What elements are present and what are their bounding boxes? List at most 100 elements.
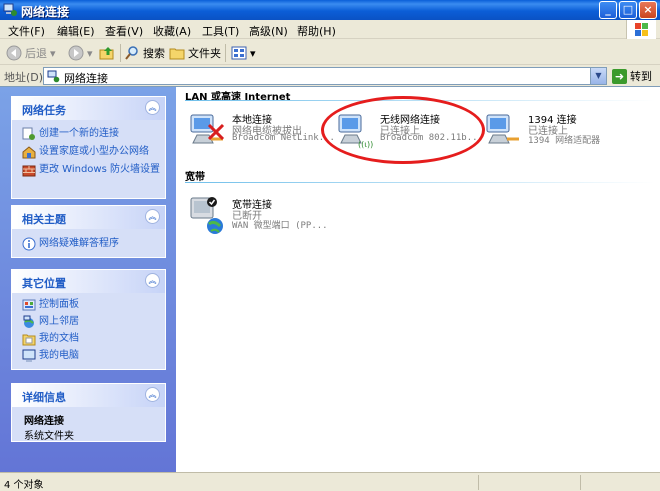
related-topics-panel: 相关主题 ︽ 网络疑难解答程序 xyxy=(11,205,166,258)
forward-button[interactable]: ▾ xyxy=(68,44,93,62)
status-bar: 4 个对象 xyxy=(0,472,660,491)
task-firewall-settings[interactable]: 更改 Windows 防火墙设置 xyxy=(12,163,165,179)
menu-favorites[interactable]: 收藏(A) xyxy=(153,23,191,39)
views-icon xyxy=(231,46,247,60)
place-control-panel[interactable]: 控制面板 xyxy=(12,298,165,314)
maximize-button[interactable]: □ xyxy=(619,1,637,19)
search-icon xyxy=(125,46,138,60)
details-type: 系统文件夹 xyxy=(24,431,74,442)
toolbar-separator xyxy=(225,44,226,62)
other-places-title: 其它位置 xyxy=(22,277,66,290)
my-documents-icon xyxy=(22,334,36,346)
title-bar[interactable]: 网络连接 _ □ × xyxy=(0,0,660,20)
up-folder-button[interactable] xyxy=(99,44,115,62)
views-button[interactable]: ▾ xyxy=(231,44,256,62)
menu-bar: 文件(F) 编辑(E) 查看(V) 收藏(A) 工具(T) 高级(N) 帮助(H… xyxy=(0,20,660,39)
minimize-button[interactable]: _ xyxy=(599,1,617,19)
details-header[interactable]: 详细信息 ︽ xyxy=(12,384,165,407)
views-dropdown-icon: ▾ xyxy=(250,46,256,60)
home-network-icon xyxy=(22,146,36,159)
forward-dropdown-icon[interactable]: ▾ xyxy=(87,47,93,60)
control-panel-icon xyxy=(22,299,36,311)
status-cell xyxy=(478,475,479,490)
network-connections-icon xyxy=(47,70,60,83)
menu-file[interactable]: 文件(F) xyxy=(8,23,45,39)
task-home-network[interactable]: 设置家庭或小型办公网络 xyxy=(12,145,165,161)
my-computer-icon xyxy=(22,349,36,362)
task-pane: 网络任务 ︽ 创建一个新的连接 设置家庭或小型办公网络 更改 Windows 防… xyxy=(0,86,176,472)
firewall-icon xyxy=(22,165,36,177)
broadband-connection-icon xyxy=(190,197,223,234)
menu-view[interactable]: 查看(V) xyxy=(105,23,143,39)
go-label: 转到 xyxy=(630,70,652,83)
related-topics-title: 相关主题 xyxy=(22,213,66,226)
status-object-count: 4 个对象 xyxy=(4,480,44,491)
task-label: 创建一个新的连接 xyxy=(39,128,119,139)
go-arrow-icon: ➜ xyxy=(612,68,627,84)
task-label: 设置家庭或小型办公网络 xyxy=(39,146,149,157)
toolbar-separator xyxy=(120,44,121,62)
windows-logo-icon xyxy=(626,20,656,39)
menu-edit[interactable]: 编辑(E) xyxy=(57,23,95,39)
search-button[interactable]: 搜索 xyxy=(124,44,165,62)
go-button[interactable]: ➜ 转到 xyxy=(612,68,652,84)
collapse-chevron-icon[interactable]: ︽ xyxy=(145,100,160,115)
address-value: 网络连接 xyxy=(64,72,108,85)
other-places-panel: 其它位置 ︽ 控制面板 网上邻居 我的文档 我的电脑 xyxy=(11,269,166,370)
connection-device: Broadcom NetLink... xyxy=(232,133,335,143)
back-button[interactable]: 后退 ▾ xyxy=(6,44,56,62)
network-tasks-panel: 网络任务 ︽ 创建一个新的连接 设置家庭或小型办公网络 更改 Windows 防… xyxy=(11,96,166,199)
collapse-chevron-icon[interactable]: ︽ xyxy=(145,209,160,224)
details-title: 详细信息 xyxy=(22,391,66,404)
task-label: 更改 Windows 防火墙设置 xyxy=(39,164,160,175)
back-dropdown-icon[interactable]: ▾ xyxy=(50,47,56,60)
related-topics-header[interactable]: 相关主题 ︽ xyxy=(12,206,165,229)
place-network-places[interactable]: 网上邻居 xyxy=(12,315,165,331)
address-dropdown-icon[interactable]: ▼ xyxy=(590,68,606,84)
folders-button[interactable]: 文件夹 xyxy=(169,44,221,62)
back-label: 后退 xyxy=(25,47,47,60)
info-icon xyxy=(22,237,36,251)
collapse-chevron-icon[interactable]: ︽ xyxy=(145,387,160,402)
lan-disconnected-icon xyxy=(190,114,225,144)
up-folder-icon xyxy=(99,47,114,60)
other-places-header[interactable]: 其它位置 ︽ xyxy=(12,270,165,293)
task-label: 网上邻居 xyxy=(39,316,79,327)
place-my-computer[interactable]: 我的电脑 xyxy=(12,349,165,365)
task-label: 我的电脑 xyxy=(39,350,79,361)
task-label: 我的文档 xyxy=(39,333,79,344)
broadband-section-title: 宽带 xyxy=(185,172,205,183)
task-create-connection[interactable]: 创建一个新的连接 xyxy=(12,127,165,143)
menu-advanced[interactable]: 高级(N) xyxy=(249,23,288,39)
network-places-icon xyxy=(23,315,34,328)
address-input[interactable]: 网络连接 ▼ xyxy=(43,67,607,85)
network-tasks-header[interactable]: 网络任务 ︽ xyxy=(12,97,165,120)
connection-local[interactable]: 本地连接 网络电缆被拔出 Broadcom NetLink... xyxy=(185,111,335,153)
task-network-troubleshooter[interactable]: 网络疑难解答程序 xyxy=(12,237,165,253)
content-area: LAN 或高速 Internet 本地连接 网络电缆被拔出 Broadcom N… xyxy=(176,86,660,472)
status-cell xyxy=(580,475,581,490)
folders-icon xyxy=(169,48,185,60)
highlight-ellipse xyxy=(321,96,485,164)
window-title: 网络连接 xyxy=(21,5,70,19)
folders-label: 文件夹 xyxy=(188,47,221,60)
collapse-chevron-icon[interactable]: ︽ xyxy=(145,273,160,288)
toolbar: 后退 ▾ ▾ 搜索 文件夹 ▾ xyxy=(0,40,660,65)
menu-tools[interactable]: 工具(T) xyxy=(202,23,239,39)
new-connection-icon xyxy=(22,127,35,140)
network-tasks-title: 网络任务 xyxy=(22,104,66,117)
address-bar: 地址(D) 网络连接 ▼ ➜ 转到 xyxy=(0,66,660,86)
close-button[interactable]: × xyxy=(639,1,657,19)
firewire-connection-icon xyxy=(486,114,519,144)
connection-device: 1394 网络适配器 xyxy=(528,136,601,146)
connection-device: WAN 微型端口 (PP... xyxy=(232,221,328,231)
address-label: 地址(D) xyxy=(4,71,44,84)
details-name: 网络连接 xyxy=(24,416,64,427)
connection-broadband[interactable]: 宽带连接 已断开 WAN 微型端口 (PP... xyxy=(185,196,335,238)
details-panel: 详细信息 ︽ 网络连接 系统文件夹 xyxy=(11,383,166,442)
section-divider xyxy=(185,182,655,183)
place-my-documents[interactable]: 我的文档 xyxy=(12,332,165,348)
menu-help[interactable]: 帮助(H) xyxy=(297,23,336,39)
task-label: 控制面板 xyxy=(39,299,79,310)
connection-1394[interactable]: 1394 连接 已连接上 1394 网络适配器 xyxy=(481,111,631,153)
